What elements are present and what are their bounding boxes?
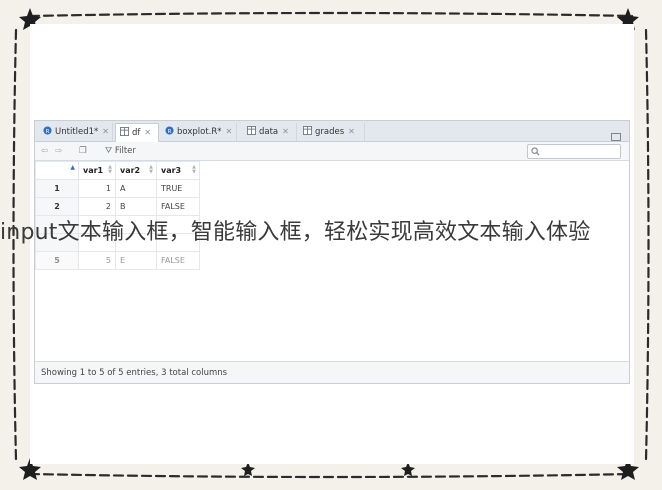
maximize-pane-button[interactable] <box>611 133 621 141</box>
sort-icon: ▲ ▼ <box>192 164 196 175</box>
table-icon <box>120 127 129 136</box>
r-script-icon: R <box>43 126 52 135</box>
table-cell: B <box>115 197 157 216</box>
sort-icon: ▲ ▼ <box>108 164 112 175</box>
sort-icon: ▲ ▼ <box>149 164 153 175</box>
svg-text:R: R <box>46 129 50 135</box>
data-table: ▲ var1 ▲ ▼ var2 ▲ ▼ var3 ▲ ▼ 1 1 A TRUE 2 2 B … <box>35 161 200 270</box>
table-icon <box>303 126 312 135</box>
overlay-caption: input文本输入框，智能输入框，轻松实现高效文本输入体验 <box>0 220 591 245</box>
table-cell: A <box>115 179 157 198</box>
row-number: 5 <box>35 251 79 270</box>
column-header-label: var1 <box>83 166 104 175</box>
search-input[interactable] <box>527 144 621 159</box>
column-header[interactable]: var2 ▲ ▼ <box>115 161 157 180</box>
row-number: 1 <box>35 179 79 198</box>
table-cell: 5 <box>78 251 116 270</box>
column-header-label: var2 <box>120 166 141 175</box>
tab-data[interactable]: data ✕ <box>243 123 297 141</box>
close-icon[interactable]: ✕ <box>102 127 109 136</box>
table-row: 1 1 A TRUE <box>35 179 200 198</box>
close-icon[interactable]: ✕ <box>144 128 151 137</box>
tab-df[interactable]: df ✕ <box>115 123 159 142</box>
table-cell: FALSE <box>156 197 200 216</box>
rowname-header[interactable]: ▲ <box>35 161 79 180</box>
tab-untitled1[interactable]: R Untitled1* ✕ <box>39 123 113 141</box>
table-header-row: ▲ var1 ▲ ▼ var2 ▲ ▼ var3 ▲ ▼ <box>35 161 200 180</box>
tab-label: data <box>259 127 279 137</box>
filter-label: Filter <box>114 146 136 156</box>
table-row: 5 5 E FALSE <box>35 251 200 270</box>
tab-label: df <box>132 128 141 138</box>
table-icon <box>247 126 256 135</box>
tab-label: grades <box>315 127 345 137</box>
column-header-label: var3 <box>161 166 182 175</box>
search-icon <box>531 147 540 156</box>
svg-text:R: R <box>168 129 172 135</box>
table-cell: FALSE <box>156 251 200 270</box>
tab-label: Untitled1* <box>55 127 99 137</box>
tab-boxplot[interactable]: Rboxplot.R* ✕ <box>161 123 237 141</box>
table-cell: 2 <box>78 197 116 216</box>
editor-tabbar: R Untitled1* ✕ df ✕ Rboxplot.R* ✕ data ✕ grad… <box>35 121 629 145</box>
status-bar: Showing 1 to 5 of 5 entries, 3 total col… <box>35 361 629 383</box>
close-icon[interactable]: ✕ <box>226 127 233 136</box>
viewer-toolbar: ⇦ ⇨ ❐ ⛛ Filter <box>35 142 629 161</box>
sort-asc-icon: ▲ <box>70 164 75 171</box>
table-cell: 1 <box>78 179 116 198</box>
data-viewer-pane: R Untitled1* ✕ df ✕ Rboxplot.R* ✕ data ✕ grad… <box>34 120 630 384</box>
filter-button[interactable]: ⛛ Filter <box>105 144 136 158</box>
back-arrow-icon[interactable]: ⇦ <box>41 144 48 158</box>
column-header[interactable]: var1 ▲ ▼ <box>78 161 116 180</box>
row-number: 2 <box>35 197 79 216</box>
filter-icon: ⛛ <box>105 146 113 156</box>
table-cell: TRUE <box>156 179 200 198</box>
column-header[interactable]: var3 ▲ ▼ <box>156 161 200 180</box>
table-cell: E <box>115 251 157 270</box>
tab-label: boxplot.R* <box>177 127 222 137</box>
close-icon[interactable]: ✕ <box>348 127 355 136</box>
table-row: 2 2 B FALSE <box>35 197 200 216</box>
popout-icon[interactable]: ❐ <box>79 144 87 158</box>
r-script-icon: R <box>165 126 174 135</box>
forward-arrow-icon[interactable]: ⇨ <box>55 144 62 158</box>
close-icon[interactable]: ✕ <box>282 127 289 136</box>
tab-grades[interactable]: grades ✕ <box>299 123 365 141</box>
